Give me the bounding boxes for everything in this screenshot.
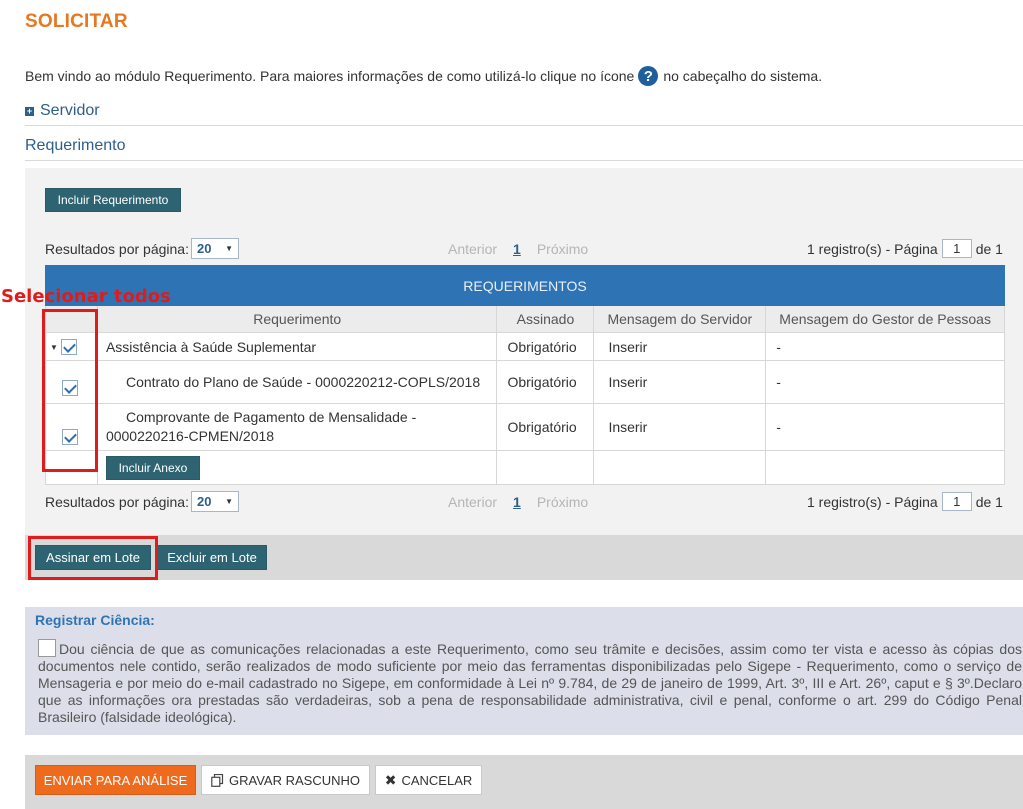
registrar-ciencia-panel: Registrar Ciência: Dou ciência de que as…	[25, 607, 1023, 735]
page-link-current[interactable]: 1	[513, 241, 521, 257]
table-row: Contrato do Plano de Saúde - 0000220212-…	[45, 360, 1005, 404]
document-name-line: Comprovante de Pagamento de Mensalidade …	[125, 409, 417, 425]
excluir-em-lote-button[interactable]: Excluir em Lote	[157, 545, 267, 570]
signed-cell: Obrigatório	[496, 332, 595, 361]
ciencia-text: Dou ciência de que as comunicações relac…	[38, 641, 1022, 725]
document-name[interactable]: Contrato do Plano de Saúde - 0000220212-…	[96, 360, 498, 404]
divider	[25, 160, 1023, 161]
welcome-text-end: no cabeçalho do sistema.	[663, 68, 823, 84]
page-number-input[interactable]: 1	[941, 239, 972, 258]
chevron-down-icon: ▼	[225, 244, 233, 253]
cancelar-button[interactable]: ✖ CANCELAR	[375, 765, 482, 795]
inserir-link[interactable]: Inserir	[593, 360, 767, 404]
signed-cell: Obrigatório	[496, 360, 595, 404]
per-page-select[interactable]: 20 ▼	[191, 238, 239, 259]
annotation-frame	[28, 536, 158, 580]
records-label: 1 registro(s) - Página	[807, 493, 938, 510]
page-indicator: 1 registro(s) - Página 1 de 1	[807, 239, 1003, 258]
prev-page-link[interactable]: Anterior	[448, 494, 497, 510]
ciencia-title: Registrar Ciência:	[35, 612, 155, 628]
chevron-down-icon: ▼	[225, 497, 233, 506]
ciencia-checkbox[interactable]	[38, 639, 56, 657]
page-total-label: de 1	[975, 240, 1003, 257]
requerimento-section-title: Requerimento	[25, 137, 126, 154]
table-row: ▼ Assistência à Saúde Suplementar Obriga…	[45, 332, 1005, 361]
incluir-anexo-button[interactable]: Incluir Anexo	[105, 455, 200, 480]
annotation-frame	[42, 309, 98, 472]
page-total-label: de 1	[975, 493, 1003, 510]
incluir-requerimento-button[interactable]: Incluir Requerimento	[45, 188, 181, 212]
welcome-text: Bem vindo ao módulo Requerimento. Para m…	[25, 66, 822, 86]
divider	[25, 125, 1023, 126]
column-header: Assinado	[496, 305, 595, 333]
requerimento-name[interactable]: Assistência à Saúde Suplementar	[96, 332, 498, 361]
anexo-cell: Incluir Anexo	[96, 450, 498, 485]
page-number-input[interactable]: 1	[941, 492, 972, 511]
document-name-line: 0000220216-CPMEN/2018	[105, 428, 275, 444]
per-page-value: 20	[197, 494, 212, 509]
ciencia-statement: Dou ciência de que as comunicações relac…	[38, 639, 1022, 726]
document-name[interactable]: Comprovante de Pagamento de Mensalidade …	[96, 403, 498, 451]
prev-page-link[interactable]: Anterior	[448, 241, 497, 257]
table-caption: REQUERIMENTOS	[45, 265, 1005, 306]
help-icon[interactable]: ?	[638, 66, 659, 86]
servidor-section-toggle[interactable]: + Servidor	[25, 102, 100, 120]
welcome-text-start: Bem vindo ao módulo Requerimento. Para m…	[25, 68, 635, 84]
page-title: SOLICITAR	[25, 11, 128, 32]
inserir-link[interactable]: Inserir	[593, 332, 767, 361]
column-header: Mensagem do Gestor de Pessoas	[765, 305, 1005, 333]
table-row: Incluir Anexo	[45, 450, 1005, 485]
per-page-control: Resultados por página: 20 ▼	[45, 491, 239, 512]
next-page-link[interactable]: Próximo	[537, 494, 588, 510]
pagination-nav: Anterior 1 Próximo	[448, 494, 588, 510]
per-page-control: Resultados por página: 20 ▼	[45, 238, 239, 259]
next-page-link[interactable]: Próximo	[537, 241, 588, 257]
pagination-nav: Anterior 1 Próximo	[448, 241, 588, 257]
requerimentos-table: REQUERIMENTOS Requerimento Assinado Mens…	[45, 265, 1005, 485]
empty-cell	[496, 450, 595, 485]
gravar-rascunho-button[interactable]: GRAVAR RASCUNHO	[201, 765, 370, 795]
manager-msg-cell: -	[765, 360, 1005, 404]
close-icon: ✖	[384, 771, 397, 788]
servidor-section-title[interactable]: Servidor	[40, 102, 100, 120]
empty-cell	[765, 450, 1005, 485]
per-page-label: Resultados por página:	[45, 240, 189, 257]
signed-cell: Obrigatório	[496, 403, 595, 451]
copy-icon	[211, 773, 224, 787]
page-link-current[interactable]: 1	[513, 494, 521, 510]
records-label: 1 registro(s) - Página	[807, 240, 938, 257]
expand-icon[interactable]: +	[25, 106, 34, 116]
page-indicator: 1 registro(s) - Página 1 de 1	[807, 492, 1003, 511]
per-page-label: Resultados por página:	[45, 493, 189, 510]
per-page-value: 20	[197, 241, 212, 256]
column-header: Requerimento	[96, 305, 498, 333]
manager-msg-cell: -	[765, 403, 1005, 451]
per-page-select[interactable]: 20 ▼	[191, 491, 239, 512]
inserir-link[interactable]: Inserir	[593, 403, 767, 451]
annotation-label: Selecionar todos	[1, 286, 171, 307]
empty-cell	[593, 450, 767, 485]
manager-msg-cell: -	[765, 332, 1005, 361]
enviar-para-analise-button[interactable]: ENVIAR PARA ANÁLISE	[35, 765, 196, 795]
column-header: Mensagem do Servidor	[593, 305, 767, 333]
table-row: Comprovante de Pagamento de Mensalidade …	[45, 403, 1005, 451]
cancelar-label: CANCELAR	[401, 772, 473, 788]
gravar-rascunho-label: GRAVAR RASCUNHO	[229, 772, 360, 788]
